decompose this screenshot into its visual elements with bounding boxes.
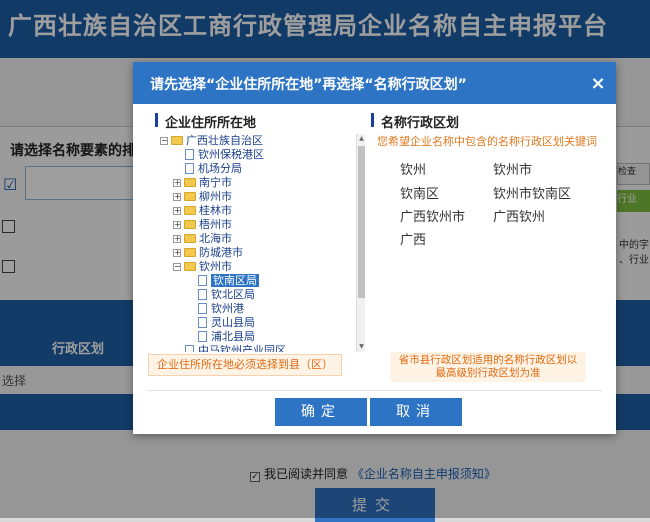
document-icon bbox=[185, 149, 194, 160]
folder-icon bbox=[184, 248, 196, 257]
tree-node-label[interactable]: 中马钦州产业园区 bbox=[198, 344, 286, 352]
expand-toggle-icon[interactable]: + bbox=[173, 193, 181, 201]
folder-icon bbox=[184, 262, 196, 271]
footer-divider bbox=[147, 390, 602, 391]
scroll-down-icon[interactable]: ▼ bbox=[358, 343, 365, 351]
dialog-title: 请先选择“企业住所所在地”再选择“名称行政区划” bbox=[150, 77, 467, 93]
confirm-button[interactable]: 确定 bbox=[275, 398, 367, 426]
division-section-title: 名称行政区划 bbox=[370, 112, 459, 131]
tree-node-label[interactable]: 桂林市 bbox=[199, 204, 232, 217]
tree-node-label[interactable]: 灵山县局 bbox=[211, 316, 255, 329]
tree-node[interactable]: 灵山县局 bbox=[198, 316, 255, 330]
tree-node[interactable]: 浦北县局 bbox=[198, 330, 255, 344]
folder-icon bbox=[184, 234, 196, 243]
division-keyword[interactable]: 钦南区 bbox=[400, 183, 439, 202]
document-icon bbox=[185, 345, 194, 352]
folder-icon bbox=[184, 178, 196, 187]
tree-node-label[interactable]: 柳州市 bbox=[199, 190, 232, 203]
tree-node-label[interactable]: 钦州保税港区 bbox=[198, 148, 264, 161]
scroll-up-icon[interactable]: ▲ bbox=[358, 135, 365, 143]
tree-node-label[interactable]: 钦州市 bbox=[199, 260, 232, 273]
residence-tree: − 广西壮族自治区 钦州保税港区 机场分局 + 南宁市 + 柳州市 + 桂林市 + 梧州市… bbox=[160, 134, 356, 352]
tree-node-label[interactable]: 钦州港 bbox=[211, 302, 244, 315]
expand-toggle-icon[interactable]: + bbox=[173, 179, 181, 187]
expand-toggle-icon[interactable]: + bbox=[173, 207, 181, 215]
close-icon[interactable]: × bbox=[588, 74, 608, 94]
division-keyword[interactable]: 广西 bbox=[400, 229, 426, 248]
tree-node-label[interactable]: 北海市 bbox=[199, 232, 232, 245]
folder-icon bbox=[184, 206, 196, 215]
tree-node-label[interactable]: 浦北县局 bbox=[211, 330, 255, 343]
expand-toggle-icon[interactable]: + bbox=[173, 249, 181, 257]
scrollbar-thumb[interactable] bbox=[358, 146, 365, 298]
tree-node-label[interactable]: 钦南区局 bbox=[211, 274, 259, 287]
division-keyword[interactable]: 广西钦州市 bbox=[400, 206, 465, 225]
division-keyword[interactable]: 广西钦州 bbox=[493, 206, 545, 225]
division-keyword[interactable]: 钦州市 bbox=[493, 159, 532, 178]
tree-node[interactable]: + 桂林市 bbox=[173, 204, 232, 218]
tree-node-label[interactable]: 机场分局 bbox=[198, 162, 242, 175]
document-icon bbox=[198, 289, 207, 300]
tree-node[interactable]: 钦州港 bbox=[198, 302, 244, 316]
division-hint-line-1: 省市县行政区划适用的名称行政区划以 bbox=[398, 354, 578, 366]
division-keyword[interactable]: 钦州 bbox=[400, 159, 426, 178]
folder-icon bbox=[184, 192, 196, 201]
folder-icon bbox=[171, 136, 183, 145]
tree-node[interactable]: + 北海市 bbox=[173, 232, 232, 246]
division-keyword[interactable]: 钦州市钦南区 bbox=[493, 183, 571, 202]
tree-node-label[interactable]: 南宁市 bbox=[199, 176, 232, 189]
residence-hint: 企业住所所在地必须选择到县（区） bbox=[148, 354, 342, 376]
expand-toggle-icon[interactable]: + bbox=[173, 221, 181, 229]
tree-scrollbar[interactable]: ▲ ▼ bbox=[356, 134, 365, 352]
tree-node[interactable]: + 柳州市 bbox=[173, 190, 232, 204]
division-hint-line-2: 最高级别行政区划为准 bbox=[435, 367, 541, 379]
region-select-dialog: 请先选择“企业住所所在地”再选择“名称行政区划” × 企业住所所在地 名称行政区… bbox=[133, 62, 616, 434]
document-icon bbox=[198, 331, 207, 342]
collapse-toggle-icon[interactable]: − bbox=[160, 137, 168, 145]
collapse-toggle-icon[interactable]: − bbox=[173, 263, 181, 271]
document-icon bbox=[198, 317, 207, 328]
tree-node[interactable]: − 钦州市 bbox=[173, 260, 232, 274]
tree-node[interactable]: − 广西壮族自治区 bbox=[160, 134, 263, 148]
tree-node[interactable]: + 梧州市 bbox=[173, 218, 232, 232]
folder-icon bbox=[184, 220, 196, 229]
tree-node[interactable]: + 防城港市 bbox=[173, 246, 243, 260]
tree-node-label[interactable]: 广西壮族自治区 bbox=[186, 134, 263, 147]
tree-node-label[interactable]: 梧州市 bbox=[199, 218, 232, 231]
tree-node[interactable]: 中马钦州产业园区 bbox=[185, 344, 286, 352]
tree-node[interactable]: 机场分局 bbox=[185, 162, 242, 176]
expand-toggle-icon[interactable]: + bbox=[173, 235, 181, 243]
tree-node[interactable]: 钦州保税港区 bbox=[185, 148, 264, 162]
tree-node-selected[interactable]: 钦南区局 bbox=[198, 274, 259, 288]
document-icon bbox=[198, 303, 207, 314]
dialog-header: 请先选择“企业住所所在地”再选择“名称行政区划” × bbox=[133, 62, 616, 104]
division-hint: 省市县行政区划适用的名称行政区划以 最高级别行政区划为准 bbox=[390, 352, 586, 382]
tree-node[interactable]: + 南宁市 bbox=[173, 176, 232, 190]
residence-section-title: 企业住所所在地 bbox=[154, 112, 256, 131]
division-subhint: 您希望企业名称中包含的名称行政区划关键词 bbox=[377, 135, 597, 148]
tree-node-label[interactable]: 钦北区局 bbox=[211, 288, 255, 301]
document-icon bbox=[185, 163, 194, 174]
cancel-button[interactable]: 取消 bbox=[370, 398, 462, 426]
tree-node-label[interactable]: 防城港市 bbox=[199, 246, 243, 259]
document-icon bbox=[198, 275, 207, 286]
tree-node[interactable]: 钦北区局 bbox=[198, 288, 255, 302]
